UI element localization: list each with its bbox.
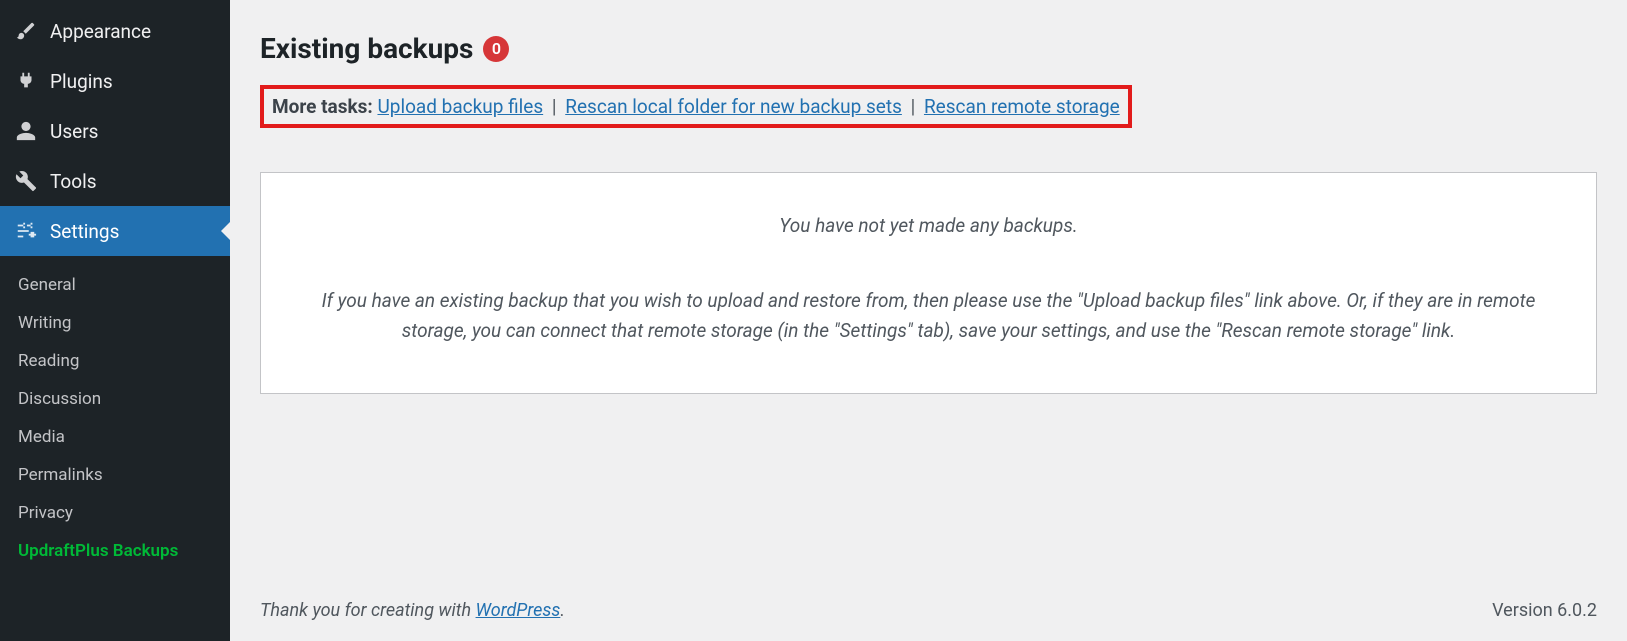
- rescan-local-link[interactable]: Rescan local folder for new backup sets: [565, 95, 902, 118]
- submenu-item-media[interactable]: Media: [0, 418, 230, 456]
- sidebar-label: Tools: [50, 170, 97, 193]
- user-icon: [12, 120, 40, 142]
- wordpress-link[interactable]: WordPress: [476, 600, 561, 621]
- sidebar-item-users[interactable]: Users: [0, 106, 230, 156]
- separator: |: [907, 95, 924, 118]
- wp-version: Version 6.0.2: [1492, 600, 1597, 621]
- submenu-item-updraftplus[interactable]: UpdraftPlus Backups: [0, 532, 230, 570]
- admin-sidebar: Appearance Plugins Users Tools Settings: [0, 0, 230, 641]
- more-tasks-highlight: More tasks: Upload backup files | Rescan…: [260, 85, 1132, 128]
- footer-credit: Thank you for creating with WordPress.: [260, 600, 565, 621]
- wrench-icon: [12, 170, 40, 192]
- plug-icon: [12, 70, 40, 92]
- footer-suffix: .: [560, 600, 565, 621]
- admin-footer: Thank you for creating with WordPress. V…: [260, 520, 1597, 621]
- main-content: Existing backups 0 More tasks: Upload ba…: [230, 0, 1627, 641]
- no-backups-panel: You have not yet made any backups. If yo…: [260, 172, 1597, 394]
- heading-text: Existing backups: [260, 32, 473, 65]
- sidebar-item-tools[interactable]: Tools: [0, 156, 230, 206]
- submenu-item-permalinks[interactable]: Permalinks: [0, 456, 230, 494]
- no-backups-line1: You have not yet made any backups.: [311, 211, 1546, 240]
- footer-prefix: Thank you for creating with: [260, 600, 476, 621]
- page-heading: Existing backups 0: [260, 32, 1597, 65]
- submenu-item-writing[interactable]: Writing: [0, 304, 230, 342]
- sidebar-label: Settings: [50, 220, 119, 243]
- brush-icon: [12, 20, 40, 42]
- sidebar-item-appearance[interactable]: Appearance: [0, 6, 230, 56]
- more-tasks-label: More tasks:: [272, 95, 373, 118]
- upload-backup-link[interactable]: Upload backup files: [377, 95, 543, 118]
- settings-submenu: General Writing Reading Discussion Media…: [0, 256, 230, 584]
- sidebar-item-plugins[interactable]: Plugins: [0, 56, 230, 106]
- sidebar-label: Appearance: [50, 20, 151, 43]
- rescan-remote-link[interactable]: Rescan remote storage: [924, 95, 1120, 118]
- submenu-item-discussion[interactable]: Discussion: [0, 380, 230, 418]
- submenu-item-general[interactable]: General: [0, 266, 230, 304]
- sidebar-label: Plugins: [50, 70, 113, 93]
- submenu-item-privacy[interactable]: Privacy: [0, 494, 230, 532]
- backup-count-badge: 0: [483, 36, 509, 62]
- sliders-icon: [12, 220, 40, 242]
- separator: |: [548, 95, 565, 118]
- sidebar-item-settings[interactable]: Settings: [0, 206, 230, 256]
- submenu-item-reading[interactable]: Reading: [0, 342, 230, 380]
- no-backups-line2: If you have an existing backup that you …: [311, 286, 1546, 345]
- sidebar-label: Users: [50, 120, 98, 143]
